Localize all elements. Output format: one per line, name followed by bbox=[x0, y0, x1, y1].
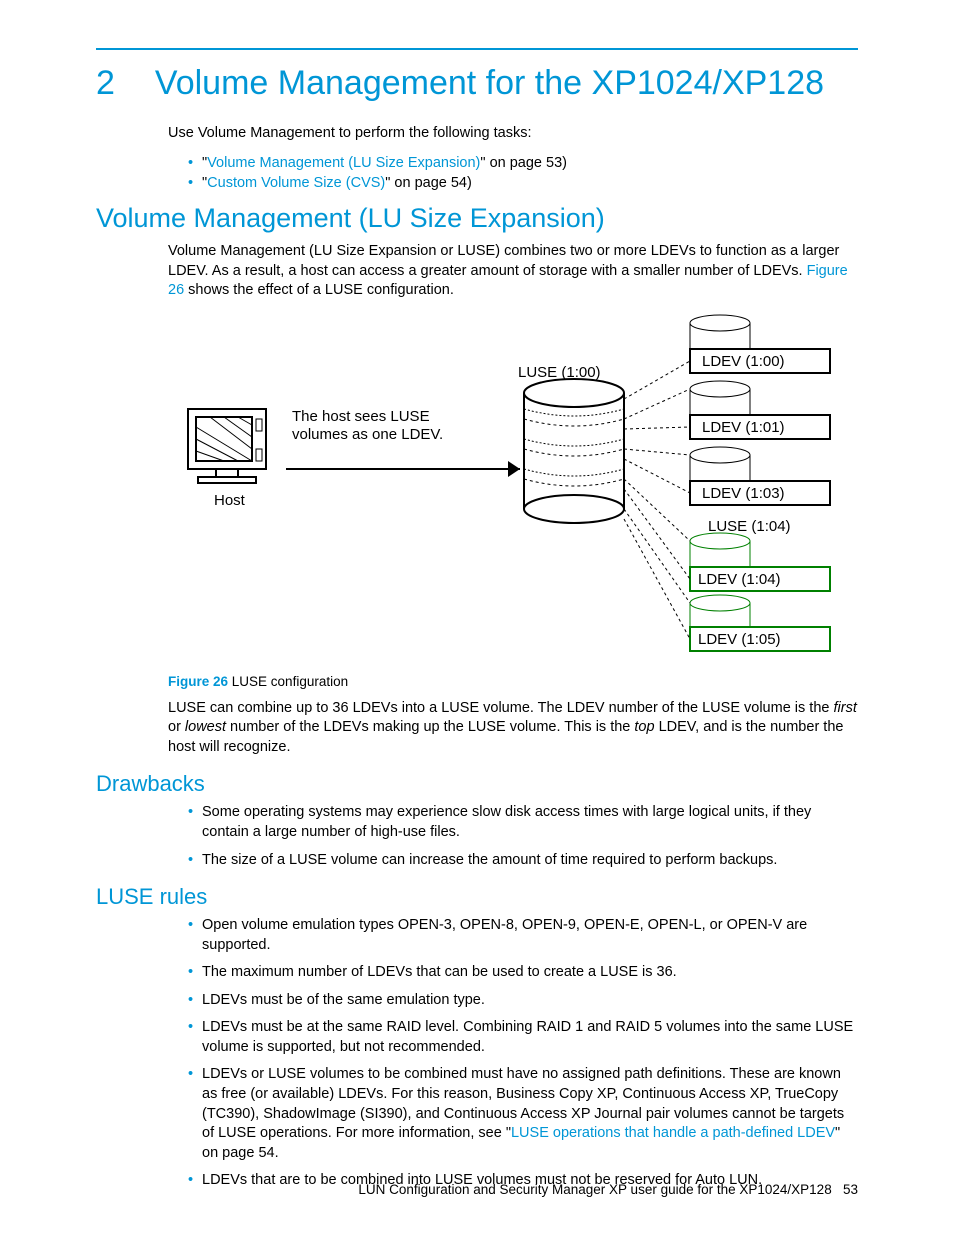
drawbacks-list: Some operating systems may experience sl… bbox=[188, 803, 858, 870]
luse-paragraph: LUSE can combine up to 36 LDEVs into a L… bbox=[168, 699, 858, 758]
luse-104-label: LUSE (1:04) bbox=[708, 518, 791, 535]
section-body: Volume Management (LU Size Expansion or … bbox=[168, 242, 858, 301]
xref-link[interactable]: LUSE operations that handle a path-defin… bbox=[511, 1125, 835, 1141]
section-heading: Volume Management (LU Size Expansion) bbox=[96, 203, 858, 234]
toc-item: "Volume Management (LU Size Expansion)" … bbox=[188, 155, 858, 171]
figure-caption: Figure 26 LUSE configuration bbox=[168, 674, 858, 689]
host-label: Host bbox=[214, 492, 246, 509]
chapter-title: 2 Volume Management for the XP1024/XP128 bbox=[96, 64, 858, 103]
luse-100-label: LUSE (1:00) bbox=[518, 364, 601, 381]
toc-list: "Volume Management (LU Size Expansion)" … bbox=[188, 155, 858, 191]
host-caption-2: volumes as one LDEV. bbox=[292, 426, 443, 443]
drawbacks-heading: Drawbacks bbox=[96, 771, 858, 797]
ldev-100-label: LDEV (1:00) bbox=[702, 353, 785, 370]
chapter-title-text: Volume Management for the XP1024/XP128 bbox=[155, 64, 824, 103]
list-item: The maximum number of LDEVs that can be … bbox=[188, 963, 858, 983]
ldev-101-label: LDEV (1:01) bbox=[702, 419, 785, 436]
toc-item: "Custom Volume Size (CVS)" on page 54) bbox=[188, 175, 858, 191]
ldev-104-label: LDEV (1:04) bbox=[698, 571, 781, 588]
top-rule bbox=[96, 48, 858, 50]
page-footer: LUN Configuration and Security Manager X… bbox=[358, 1182, 858, 1197]
luse-rules-list: Open volume emulation types OPEN-3, OPEN… bbox=[188, 916, 858, 1191]
list-item: LDEVs must be at the same RAID level. Co… bbox=[188, 1018, 858, 1057]
figure-diagram: Host The host sees LUSE volumes as one L… bbox=[168, 309, 858, 664]
xref-link[interactable]: Custom Volume Size (CVS) bbox=[207, 175, 385, 191]
xref-link[interactable]: Volume Management (LU Size Expansion) bbox=[207, 155, 480, 171]
list-item: LDEVs or LUSE volumes to be combined mus… bbox=[188, 1065, 858, 1163]
intro-text: Use Volume Management to perform the fol… bbox=[168, 125, 858, 141]
list-item: LDEVs must be of the same emulation type… bbox=[188, 991, 858, 1011]
figure-number: Figure 26 bbox=[168, 674, 228, 689]
luse-rules-heading: LUSE rules bbox=[96, 884, 858, 910]
chapter-number: 2 bbox=[96, 64, 115, 103]
list-item: The size of a LUSE volume can increase t… bbox=[188, 851, 858, 871]
list-item: Some operating systems may experience sl… bbox=[188, 803, 858, 842]
page-number: 53 bbox=[843, 1182, 858, 1197]
ldev-103-label: LDEV (1:03) bbox=[702, 485, 785, 502]
ldev-105-label: LDEV (1:05) bbox=[698, 631, 781, 648]
host-caption-1: The host sees LUSE bbox=[292, 408, 430, 425]
list-item: Open volume emulation types OPEN-3, OPEN… bbox=[188, 916, 858, 955]
